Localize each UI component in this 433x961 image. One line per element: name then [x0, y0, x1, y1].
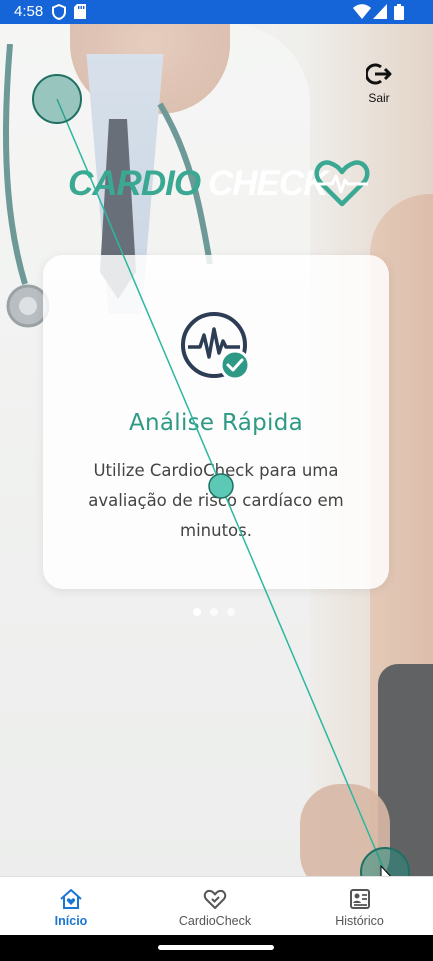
onboarding-card: Análise Rápida Utilize CardioCheck para …: [43, 255, 389, 589]
battery-icon: [394, 4, 404, 20]
bottom-navigation: Início CardioCheck Histórico: [0, 876, 433, 936]
heart-check-icon: [203, 889, 227, 909]
shield-icon: [52, 4, 66, 20]
status-bar: 4:58: [0, 0, 433, 24]
heart-monitor-check-icon: [181, 312, 251, 381]
tab-label: Histórico: [335, 914, 384, 928]
logout-icon: [364, 63, 392, 85]
system-navigation-bar: [0, 935, 433, 961]
carousel-dot-3[interactable]: [227, 608, 235, 616]
logout-button[interactable]: Sair: [360, 62, 398, 112]
tab-cardiocheck[interactable]: CardioCheck: [160, 877, 270, 936]
tab-label: CardioCheck: [178, 914, 252, 928]
tab-inicio[interactable]: Início: [20, 877, 122, 936]
carousel-indicator: [193, 601, 244, 620]
heart-pulse-icon: [314, 160, 370, 207]
logo-text-cardio: CARDIO: [68, 164, 201, 203]
tab-label: Início: [54, 914, 88, 928]
signal-icon: [373, 4, 387, 19]
gesture-handle[interactable]: [158, 945, 274, 950]
wifi-icon: [353, 4, 371, 19]
tab-historico[interactable]: Histórico: [312, 877, 407, 936]
carousel-dot-1[interactable]: [193, 608, 201, 616]
cardiocheck-logo: CARDIO CHECK: [68, 160, 370, 210]
sd-card-icon: [74, 4, 86, 19]
home-heart-icon: [60, 889, 82, 909]
app-screen: 4:58 Sair CARDIO CHECK Análise Rápida Ut…: [0, 0, 433, 961]
card-title: Análise Rápida: [128, 410, 304, 436]
card-description: Utilize CardioCheck para uma avaliação d…: [88, 461, 344, 540]
carousel-dot-2[interactable]: [210, 608, 218, 616]
logout-label: Sair: [368, 91, 390, 105]
history-report-icon: [349, 889, 370, 909]
logo-text-check: CHECK: [208, 164, 328, 203]
status-time: 4:58: [14, 3, 44, 20]
